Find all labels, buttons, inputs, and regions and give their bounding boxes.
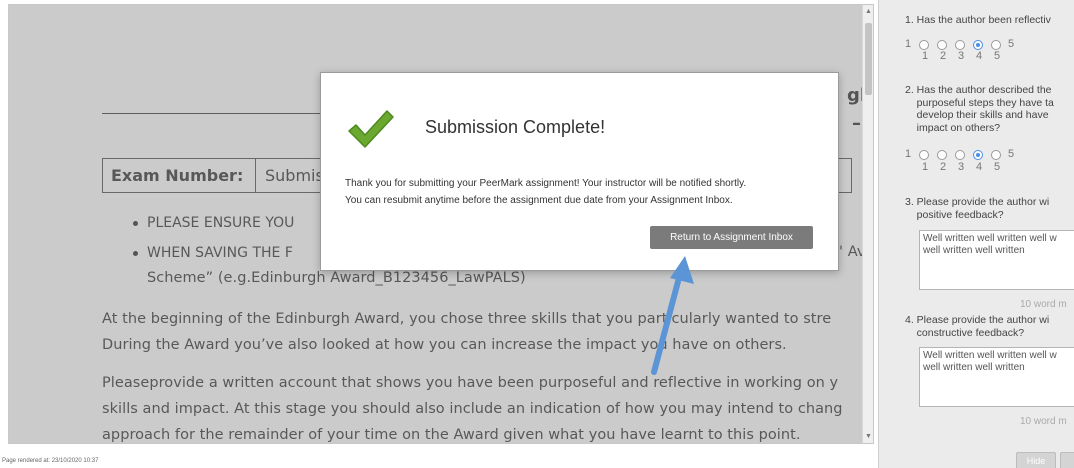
checkmark-icon (348, 110, 394, 148)
question-1-radio-1[interactable] (919, 40, 929, 50)
question-1-radio-5[interactable] (991, 40, 1001, 50)
question-1-radio-label-3: 3 (958, 50, 965, 62)
question-2-scale-end: 5 (1008, 148, 1015, 160)
scroll-up-icon[interactable]: ▲ (865, 8, 872, 15)
question-4-text: 4. Please provide the author wi construc… (905, 314, 1050, 339)
question-2-radio-2[interactable] (937, 150, 947, 160)
question-1-radio-4[interactable] (973, 40, 983, 50)
question-2-radio-label-1: 1 (922, 161, 929, 173)
question-2-scale-start: 1 (905, 148, 912, 160)
question-2-radio-3[interactable] (955, 150, 965, 160)
question-2-radio-5[interactable] (991, 150, 1001, 160)
question-1-scale-end: 5 (1008, 38, 1015, 50)
dialog-title: Submission Complete! (425, 117, 606, 137)
question-2-radio-label-3: 3 (958, 161, 965, 173)
page-rendered-footer: Page rendered at: 23/10/2020 10:37 (2, 458, 99, 464)
question-3-word-limit: 10 word m (1020, 299, 1067, 310)
question-1-radio-2[interactable] (937, 40, 947, 50)
question-2-radio-label-5: 5 (994, 161, 1001, 173)
question-3-text: 3. Please provide the author wi positive… (905, 196, 1050, 221)
scroll-down-icon[interactable]: ▼ (865, 433, 872, 440)
question-1-scale-start: 1 (905, 38, 912, 50)
question-2-radio-label-4: 4 (976, 161, 983, 173)
question-1-radio-label-4: 4 (976, 50, 983, 62)
question-2-text: 2. Has the author described the purposef… (905, 84, 1054, 134)
question-1-text: 1. Has the author been reflectiv (905, 14, 1051, 26)
question-2-radio-4[interactable] (973, 150, 983, 160)
question-1-radio-label-2: 2 (940, 50, 947, 62)
question-4-word-limit: 10 word m (1020, 416, 1067, 427)
question-1-radio-3[interactable] (955, 40, 965, 50)
question-4-answer-field[interactable]: Well written well written well w well wr… (919, 347, 1074, 407)
panel-secondary-button[interactable] (1060, 452, 1074, 468)
question-1-radio-label-5: 5 (994, 50, 1001, 62)
submission-complete-dialog: Submission Complete! Thank you for submi… (320, 72, 839, 271)
scrollbar-thumb[interactable] (865, 23, 872, 95)
viewer-scrollbar[interactable]: ▲ ▼ (862, 5, 873, 443)
question-2-radio-1[interactable] (919, 150, 929, 160)
question-2-radio-label-2: 2 (940, 161, 947, 173)
return-to-inbox-button[interactable]: Return to Assignment Inbox (650, 226, 813, 249)
question-3-answer-field[interactable]: Well written well written well w well wr… (919, 230, 1074, 290)
question-1-radio-label-1: 1 (922, 50, 929, 62)
dialog-message-line-1: Thank you for submitting your PeerMark a… (345, 178, 747, 189)
hide-button[interactable]: Hide (1016, 452, 1056, 468)
peermark-questions-panel: 1. Has the author been reflectiv 1 5 1 2… (878, 0, 1074, 468)
dialog-message-line-2: You can resubmit anytime before the assi… (345, 195, 733, 206)
